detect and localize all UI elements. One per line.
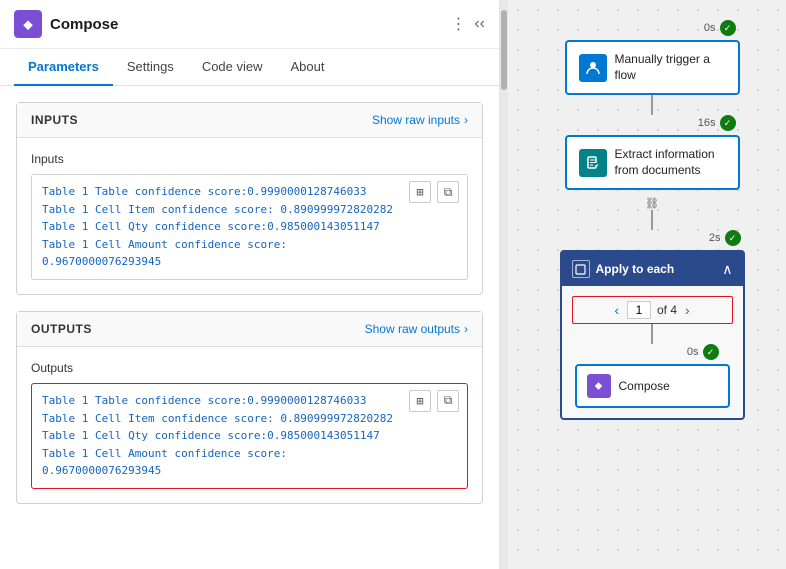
- compose-icon: ⬥: [587, 374, 611, 398]
- pagination-input[interactable]: [627, 301, 651, 319]
- show-raw-outputs-label: Show raw outputs: [365, 322, 460, 336]
- inputs-line-2: Table 1 Cell Item confidence score: 0.89…: [42, 201, 457, 219]
- right-panel: 0s ✓ Manually trigger a flow 16s ✓: [508, 0, 786, 569]
- inputs-section-header: INPUTS Show raw inputs ›: [17, 103, 482, 138]
- inputs-line-1: Table 1 Table confidence score:0.9990000…: [42, 183, 457, 201]
- compose-header-icon: ⬥: [14, 10, 42, 38]
- trigger-icon: [579, 54, 607, 82]
- inputs-field-label: Inputs: [31, 152, 468, 166]
- inputs-code-actions: ⊞ ⧉: [409, 181, 459, 203]
- pagination-next-btn[interactable]: ›: [683, 302, 692, 318]
- outputs-line-3: Table 1 Cell Qty confidence score:0.9850…: [42, 427, 457, 445]
- inputs-line-4: Table 1 Cell Amount confidence score:: [42, 236, 457, 254]
- loop-node-wrapper: 2s ✓ Apply to each ∧ ‹: [560, 230, 745, 420]
- show-raw-outputs-link[interactable]: Show raw outputs ›: [365, 322, 468, 336]
- loop-icon: [572, 260, 590, 278]
- compose-time: 0s: [687, 346, 699, 358]
- header-actions: ⋮ ‹‹: [450, 14, 485, 34]
- chevron-right-icon: ›: [464, 113, 468, 127]
- scrollbar-track[interactable]: [500, 0, 508, 569]
- outputs-code-box: ⊞ ⧉ Table 1 Table confidence score:0.999…: [31, 383, 468, 489]
- panel-content: INPUTS Show raw inputs › Inputs ⊞ ⧉ Tabl…: [0, 86, 499, 569]
- loop-time: 2s: [709, 232, 721, 244]
- outputs-line-1: Table 1 Table confidence score:0.9990000…: [42, 392, 457, 410]
- pagination-bar: ‹ of 4 ›: [572, 296, 733, 324]
- show-raw-inputs-link[interactable]: Show raw inputs ›: [372, 113, 468, 127]
- extract-node[interactable]: Extract information from documents: [565, 135, 740, 190]
- inputs-line-3: Table 1 Cell Qty confidence score:0.9850…: [42, 218, 457, 236]
- outputs-line-4: Table 1 Cell Amount confidence score:: [42, 445, 457, 463]
- trigger-label: Manually trigger a flow: [615, 52, 726, 83]
- compose-time-badge: 0s ✓: [687, 344, 719, 360]
- panel-title: Compose: [50, 16, 442, 33]
- tab-about[interactable]: About: [277, 49, 339, 86]
- panel-header: ⬥ Compose ⋮ ‹‹: [0, 0, 499, 49]
- loop-header-left: Apply to each: [572, 260, 675, 278]
- loop-label: Apply to each: [596, 262, 675, 276]
- pagination-prev-btn[interactable]: ‹: [612, 302, 621, 318]
- inputs-section-body: Inputs ⊞ ⧉ Table 1 Table confidence scor…: [17, 138, 482, 294]
- inputs-copy-icon[interactable]: ⧉: [437, 181, 459, 203]
- inputs-title: INPUTS: [31, 113, 78, 127]
- outputs-title: OUTPUTS: [31, 322, 92, 336]
- compose-wrapper: 0s ✓ ⬥ Compose: [572, 344, 733, 408]
- extract-label: Extract information from documents: [615, 147, 726, 178]
- outputs-field-label: Outputs: [31, 361, 468, 375]
- loop-time-badge: 2s ✓: [709, 230, 741, 246]
- flow-canvas: 0s ✓ Manually trigger a flow 16s ✓: [560, 20, 745, 420]
- left-panel: ⬥ Compose ⋮ ‹‹ Parameters Settings Code …: [0, 0, 500, 569]
- outputs-line-5: 0.9670000076293945: [42, 462, 457, 480]
- outputs-copy-icon[interactable]: ⧉: [437, 390, 459, 412]
- outputs-grid-icon[interactable]: ⊞: [409, 390, 431, 412]
- inputs-line-5: 0.9670000076293945: [42, 253, 457, 271]
- loop-collapse-icon[interactable]: ∧: [722, 261, 732, 278]
- trigger-node[interactable]: Manually trigger a flow: [565, 40, 740, 95]
- compose-label: Compose: [619, 379, 670, 393]
- connector-2: [651, 210, 653, 230]
- scrollbar-thumb[interactable]: [501, 10, 507, 90]
- outputs-section: OUTPUTS Show raw outputs › Outputs ⊞ ⧉ T…: [16, 311, 483, 504]
- extract-time: 16s: [698, 117, 716, 129]
- pagination-of-label: of 4: [657, 303, 677, 317]
- loop-node: Apply to each ∧ ‹ of 4 ›: [560, 250, 745, 420]
- extract-icon: [579, 149, 607, 177]
- tab-code-view[interactable]: Code view: [188, 49, 277, 86]
- inputs-code-box: ⊞ ⧉ Table 1 Table confidence score:0.999…: [31, 174, 468, 280]
- outputs-code-actions: ⊞ ⧉: [409, 390, 459, 412]
- tab-settings[interactable]: Settings: [113, 49, 188, 86]
- trigger-time-badge: 0s ✓: [704, 20, 736, 36]
- compose-success-icon: ✓: [703, 344, 719, 360]
- loop-node-header: Apply to each ∧: [562, 252, 743, 286]
- compose-node[interactable]: ⬥ Compose: [575, 364, 730, 408]
- connector-1: [651, 95, 653, 115]
- inputs-section: INPUTS Show raw inputs › Inputs ⊞ ⧉ Tabl…: [16, 102, 483, 295]
- chevron-right-icon-outputs: ›: [464, 322, 468, 336]
- extract-link-icon[interactable]: ⛓: [645, 197, 659, 210]
- more-options-icon[interactable]: ⋮: [450, 14, 466, 34]
- outputs-section-body: Outputs ⊞ ⧉ Table 1 Table confidence sco…: [17, 347, 482, 503]
- tabs-bar: Parameters Settings Code view About: [0, 49, 499, 86]
- loop-node-body: ‹ of 4 › 0s ✓ ⬥: [562, 286, 743, 418]
- loop-success-icon: ✓: [725, 230, 741, 246]
- extract-success-icon: ✓: [720, 115, 736, 131]
- extract-node-wrapper: 16s ✓ Extract information from documents…: [565, 115, 740, 210]
- loop-connector-1: [651, 324, 653, 344]
- trigger-time: 0s: [704, 22, 716, 34]
- collapse-icon[interactable]: ‹‹: [474, 15, 485, 33]
- inputs-grid-icon[interactable]: ⊞: [409, 181, 431, 203]
- trigger-success-icon: ✓: [720, 20, 736, 36]
- tab-parameters[interactable]: Parameters: [14, 49, 113, 86]
- extract-time-badge: 16s ✓: [698, 115, 736, 131]
- outputs-section-header: OUTPUTS Show raw outputs ›: [17, 312, 482, 347]
- outputs-line-2: Table 1 Cell Item confidence score: 0.89…: [42, 410, 457, 428]
- show-raw-inputs-label: Show raw inputs: [372, 113, 460, 127]
- trigger-node-wrapper: 0s ✓ Manually trigger a flow: [565, 20, 740, 95]
